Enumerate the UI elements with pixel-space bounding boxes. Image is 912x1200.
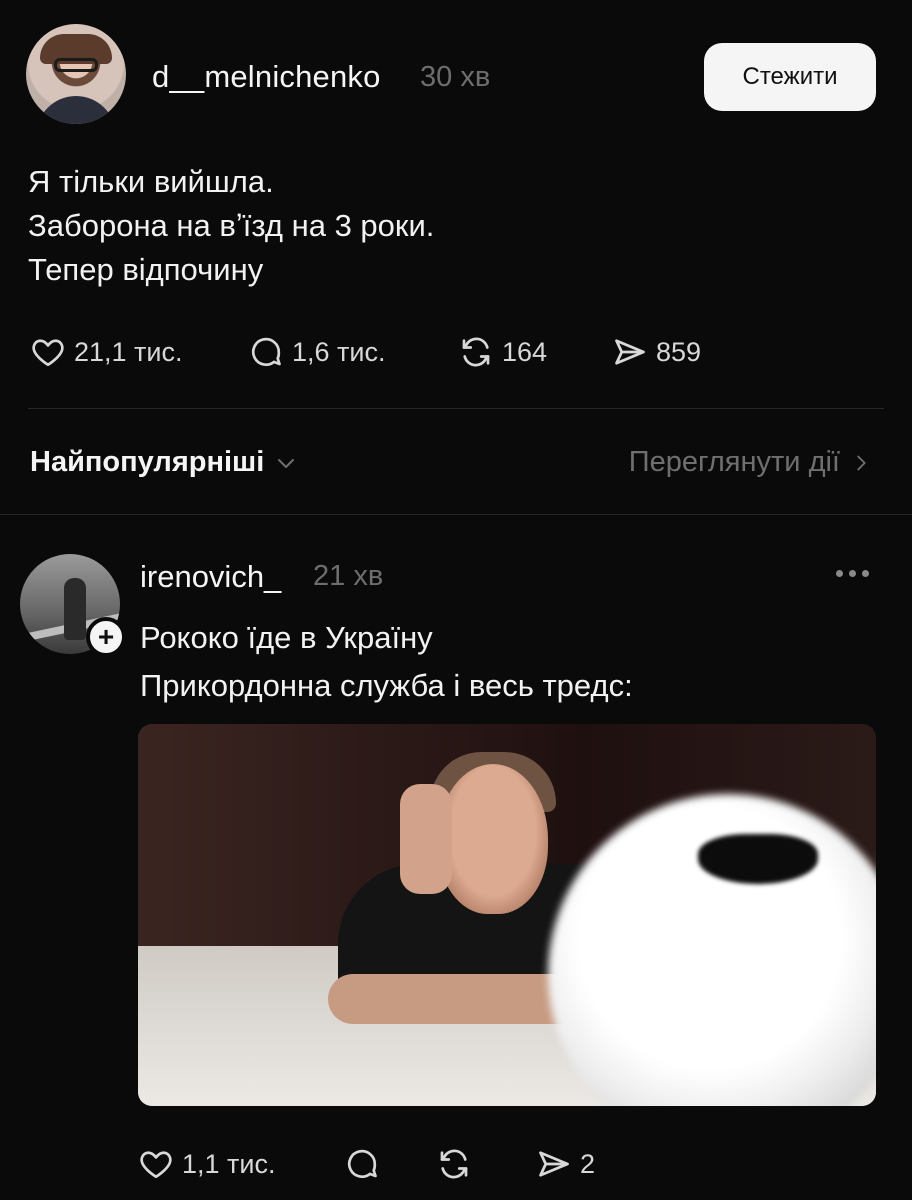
post-line: Тепер відпочину [28, 252, 264, 287]
comment-count: 1,6 тис. [292, 336, 386, 367]
post-header: d__melnichenko 30 хв Стежити [22, 18, 876, 138]
share-button[interactable]: 859 [612, 334, 701, 370]
follow-button[interactable]: Стежити [704, 43, 876, 111]
reply-image[interactable] [138, 724, 876, 1106]
divider [0, 514, 912, 515]
comment-icon [347, 1149, 377, 1179]
chevron-right-icon [857, 455, 866, 470]
repost-count: 164 [502, 336, 548, 367]
more-icon[interactable] [836, 565, 876, 581]
post-text: Я тільки вийшла. Заборона на вʼїзд на 3 … [28, 160, 434, 292]
comment-button[interactable]: 1,6 тис. [248, 334, 386, 370]
share-icon [539, 1151, 569, 1177]
repost-icon [440, 1149, 468, 1179]
repost-icon [462, 337, 490, 367]
view-activity-label: Переглянути дії [628, 446, 840, 478]
share-button[interactable]: 2 [536, 1146, 595, 1182]
chevron-down-icon [278, 458, 295, 468]
sort-label: Найпопулярніші [30, 446, 265, 478]
heart-icon [32, 339, 64, 367]
like-count: 21,1 тис. [74, 336, 183, 367]
share-icon [615, 339, 645, 365]
post-line: Заборона на вʼїзд на 3 роки. [28, 208, 435, 243]
post-time: 30 хв [420, 61, 491, 93]
image-figure-hand [400, 784, 452, 894]
heart-icon [140, 1151, 172, 1179]
reply-time: 21 хв [313, 560, 384, 592]
post-actions: 21,1 тис. 1,6 тис. 164 859 [30, 334, 790, 374]
share-count: 859 [656, 336, 702, 367]
post-line: Я тільки вийшла. [28, 164, 274, 199]
reply-text: Рококо їде в Україну Прикордонна служба … [140, 614, 633, 710]
avatar-figure [64, 578, 86, 640]
reply-actions: 1,1 тис. 2 [138, 1146, 638, 1186]
comment-button[interactable] [344, 1146, 380, 1182]
reply-username[interactable]: irenovich_ [140, 559, 281, 595]
plus-icon[interactable]: + [86, 617, 126, 657]
image-bow [698, 834, 818, 884]
repost-button[interactable] [436, 1146, 472, 1182]
image-figure-face [438, 764, 548, 914]
avatar-body [36, 96, 116, 124]
reply-line: Прикордонна служба і весь тредс: [140, 668, 633, 703]
like-button[interactable]: 1,1 тис. [138, 1146, 276, 1182]
post-username[interactable]: d__melnichenko [152, 59, 381, 95]
avatar[interactable] [26, 24, 126, 124]
reply-line: Рококо їде в Україну [140, 620, 433, 655]
view-activity-link[interactable]: Переглянути дії [629, 446, 872, 479]
divider [28, 408, 884, 409]
repost-button[interactable]: 164 [458, 334, 547, 370]
like-count: 1,1 тис. [182, 1148, 276, 1179]
comment-icon [251, 337, 281, 367]
sort-dropdown[interactable]: Найпопулярніші [30, 446, 298, 479]
like-button[interactable]: 21,1 тис. [30, 334, 183, 370]
share-count: 2 [580, 1148, 596, 1179]
avatar-glasses [54, 58, 98, 72]
